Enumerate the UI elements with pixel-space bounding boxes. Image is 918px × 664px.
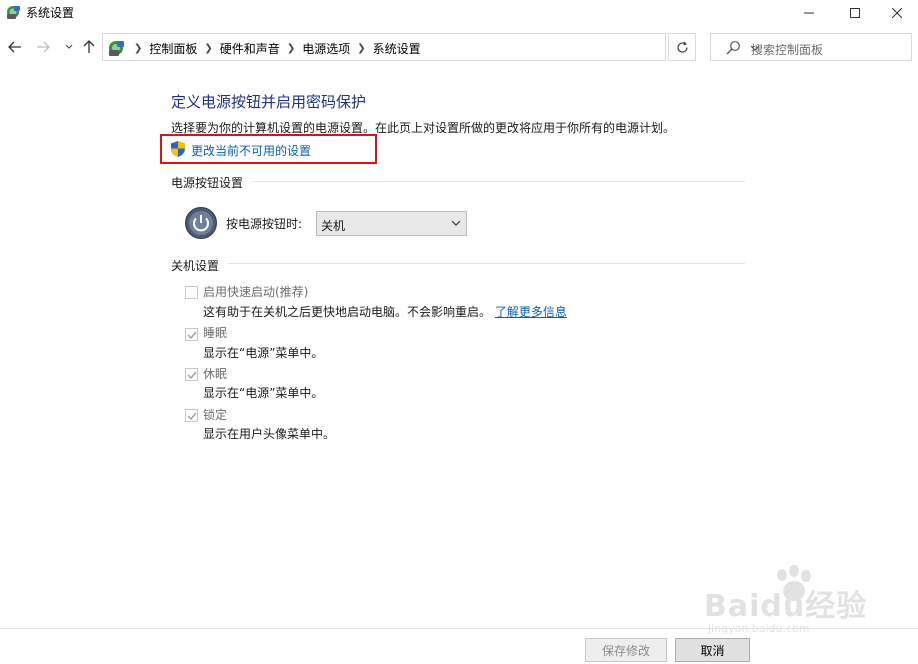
breadcrumb-control-panel[interactable]: 控制面板: [149, 40, 197, 57]
arrow-left-icon: [8, 41, 21, 53]
change-unavailable-settings-link[interactable]: 更改当前不可用的设置: [191, 142, 311, 159]
power-button-section-title: 电源按钮设置: [171, 176, 244, 190]
section-divider: [228, 263, 745, 264]
recent-locations-button[interactable]: [60, 38, 78, 56]
refresh-icon: [676, 41, 688, 53]
arrow-right-icon: [37, 41, 50, 53]
page-title: 定义电源按钮并启用密码保护: [171, 93, 367, 111]
save-changes-button[interactable]: 保存修改: [585, 638, 667, 662]
search-placeholder: 搜索控制面板: [751, 43, 824, 57]
forward-button[interactable]: [34, 38, 52, 56]
fast-startup-label: 启用快速启动(推荐): [203, 285, 309, 299]
hibernate-desc: 显示在“电源”菜单中。: [203, 386, 324, 400]
learn-more-link[interactable]: 了解更多信息: [495, 305, 567, 319]
navigation-bar: ❯ 控制面板 ❯ 硬件和声音 ❯ 电源选项 ❯ 系统设置 搜索控制面板: [0, 33, 918, 61]
breadcrumb-system-settings[interactable]: 系统设置: [373, 40, 421, 57]
chevron-right-icon: ❯: [286, 43, 296, 54]
lock-label: 锁定: [203, 408, 228, 422]
arrow-up-icon: [83, 40, 95, 53]
back-button[interactable]: [6, 38, 24, 56]
control-panel-icon: [5, 4, 21, 20]
fast-startup-desc-text: 这有助于在关机之后更快地启动电脑。不会影响重启。: [203, 305, 492, 319]
address-bar[interactable]: ❯ 控制面板 ❯ 硬件和声音 ❯ 电源选项 ❯ 系统设置: [102, 33, 760, 61]
lock-desc: 显示在用户头像菜单中。: [203, 427, 336, 441]
breadcrumb-hardware-sound[interactable]: 硬件和声音: [220, 40, 280, 57]
power-button-label: 按电源按钮时:: [226, 217, 303, 231]
hibernate-label: 休眠: [203, 367, 228, 381]
checkmark-icon: [187, 331, 197, 340]
breadcrumb: ❯ 控制面板 ❯ 硬件和声音 ❯ 电源选项 ❯ 系统设置: [127, 40, 421, 57]
chevron-right-icon: ❯: [204, 43, 213, 54]
up-button[interactable]: [80, 38, 98, 56]
fast-startup-checkbox[interactable]: [185, 286, 198, 299]
chevron-right-icon: ❯: [134, 43, 143, 54]
sleep-desc: 显示在“电源”菜单中。: [203, 346, 324, 360]
lock-checkbox[interactable]: [185, 409, 198, 422]
window-title: 系统设置: [26, 6, 75, 20]
power-button-action-select[interactable]: 关机: [316, 211, 467, 236]
chevron-down-icon: [451, 220, 461, 226]
hibernate-checkbox[interactable]: [185, 368, 198, 381]
search-icon: [725, 40, 741, 56]
breadcrumb-power-options[interactable]: 电源选项: [302, 40, 350, 57]
close-button[interactable]: [874, 0, 918, 26]
power-icon: [184, 206, 218, 240]
system-settings-window: 系统设置 ❯ 控制面板 ❯ 硬件和声音 ❯ 电源选项 ❯ 系统设置 搜索控制面板…: [0, 0, 918, 664]
shutdown-section-title: 关机设置: [171, 259, 220, 273]
footer-divider: [0, 628, 918, 629]
chevron-down-icon: [65, 44, 73, 49]
cancel-button[interactable]: 取消: [675, 638, 750, 662]
search-input[interactable]: 搜索控制面板: [710, 33, 912, 61]
checkmark-icon: [187, 371, 197, 380]
power-button-action-value: 关机: [321, 219, 346, 233]
watermark-main: Baidu经验: [704, 589, 868, 624]
refresh-button[interactable]: [668, 33, 696, 61]
fast-startup-desc: 这有助于在关机之后更快地启动电脑。不会影响重启。 了解更多信息: [203, 303, 567, 320]
control-panel-icon: [107, 39, 125, 57]
checkmark-icon: [187, 412, 197, 421]
title-bar: 系统设置: [0, 0, 918, 26]
minimize-button[interactable]: [786, 0, 832, 26]
section-divider: [252, 181, 745, 182]
chevron-right-icon: ❯: [357, 43, 366, 54]
close-icon: [892, 8, 902, 18]
minimize-icon: [804, 12, 814, 14]
maximize-button[interactable]: [832, 0, 878, 26]
sleep-checkbox[interactable]: [185, 328, 198, 341]
sleep-label: 睡眠: [203, 326, 228, 340]
uac-shield-icon: [170, 140, 186, 158]
maximize-icon: [850, 8, 860, 18]
